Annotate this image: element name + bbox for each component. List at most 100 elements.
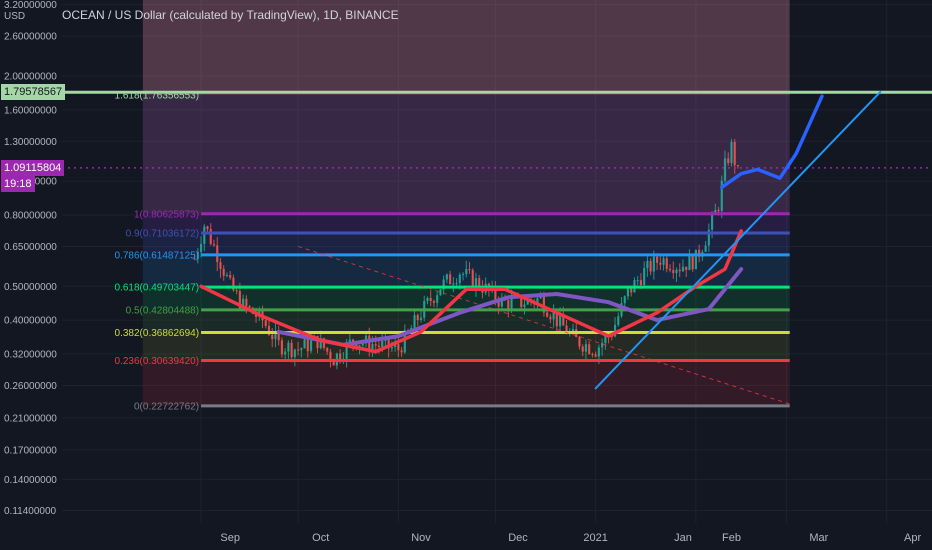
candle-body: [368, 335, 371, 351]
candle-body: [510, 297, 513, 309]
candle-body: [694, 249, 698, 270]
price-tick-label: 2.60000000: [4, 32, 57, 43]
candle-body: [649, 260, 652, 272]
price-tick-label: 1.60000000: [4, 105, 57, 116]
candle-body: [465, 269, 468, 275]
candle-body: [704, 245, 707, 252]
candle-body: [646, 260, 649, 269]
exchange-label: BINANCE: [345, 8, 399, 22]
candle-body: [523, 304, 526, 307]
candle-body: [449, 274, 452, 285]
candle-body: [245, 298, 248, 307]
candle-body: [597, 347, 600, 357]
candle-body: [643, 268, 646, 285]
candle-body: [546, 312, 549, 317]
candle-body: [206, 226, 209, 230]
candle-body: [558, 314, 562, 327]
fib-level-label: 1(0.80625873): [134, 209, 199, 220]
time-tick-label: Sep: [220, 532, 240, 544]
time-tick-label: Nov: [411, 532, 431, 544]
candle-body: [306, 339, 309, 352]
candle-body: [662, 258, 665, 265]
candle-body: [468, 269, 471, 271]
candle-body: [623, 296, 626, 304]
candle: [730, 138, 733, 167]
candle-body: [416, 315, 419, 320]
candle-body: [309, 340, 313, 352]
candle-body: [339, 353, 342, 360]
time-tick-label: Oct: [312, 532, 329, 544]
time-tick-label: 2021: [583, 532, 607, 544]
candle-body: [571, 329, 575, 332]
candle-body: [426, 297, 429, 302]
candle-body: [296, 349, 300, 351]
candle-body: [212, 244, 216, 246]
fib-level-label: 0(0.22722762): [134, 401, 199, 412]
time-axis[interactable]: Sep Oct Nov Dec 2021 Jan Feb Mar Apr: [220, 532, 921, 544]
candle-body: [287, 342, 290, 352]
candle-body: [471, 270, 474, 288]
candle-body: [691, 255, 694, 270]
fib-zone: [142, 0, 790, 406]
price-tick-label: 0.14000000: [4, 475, 57, 486]
candle-body: [439, 289, 442, 296]
time-tick-label: Mar: [809, 532, 828, 544]
time-tick-label: Feb: [722, 532, 741, 544]
candle-body: [617, 316, 620, 325]
price-tick-label: 0.21000000: [4, 413, 57, 424]
candle-body: [203, 226, 206, 244]
time-tick-label: Dec: [508, 532, 528, 544]
candle-body: [552, 312, 555, 320]
price-axis[interactable]: 3.20000000 2.60000000 2.00000000 1.60000000…: [4, 0, 57, 517]
candle-body: [581, 346, 584, 352]
price-tick-label: 0.26000000: [4, 381, 57, 392]
fib-level-label: 0.5(0.42804488): [126, 305, 199, 316]
candle-body: [300, 348, 303, 351]
candle-body: [413, 315, 416, 328]
interval-label[interactable]: 1D: [323, 8, 338, 22]
candle-body: [235, 290, 238, 292]
resistance-price-tag: 1.79578567: [1, 84, 66, 101]
candle-body: [710, 213, 714, 230]
candle-body: [639, 280, 643, 285]
candle-body: [685, 266, 688, 271]
candle-body: [377, 345, 381, 347]
candle-body: [458, 274, 461, 284]
candle-body: [688, 255, 691, 271]
candle-body: [727, 158, 730, 163]
candle-body: [655, 256, 659, 263]
candle-body: [507, 300, 510, 309]
fib-band: [142, 232, 790, 255]
candle-body: [293, 349, 296, 358]
candle-body: [390, 346, 393, 349]
fib-band: [142, 95, 790, 214]
symbol-title[interactable]: OCEAN / US Dollar (calculated by Trading…: [62, 8, 317, 22]
candle-body: [280, 340, 284, 355]
candle-body: [209, 229, 212, 245]
candle: [694, 249, 698, 270]
candle-body: [429, 297, 432, 301]
candle-body: [723, 158, 727, 181]
fib-level-label: 0.618(0.49703447): [115, 283, 200, 294]
candle-body: [594, 354, 597, 357]
candle-body: [271, 334, 274, 340]
candle-body: [675, 269, 678, 274]
candle-body: [717, 209, 720, 211]
price-tick-label: 0.32000000: [4, 349, 57, 360]
chart-canvas[interactable]: 1.618(1.76356553)1(0.80625873)0.9(0.7103…: [0, 0, 932, 550]
candle-body: [549, 316, 552, 320]
candle-body: [397, 344, 400, 351]
candle-body: [659, 262, 662, 265]
candle-body: [436, 295, 439, 303]
countdown-tag: 19:18: [1, 175, 35, 192]
fib-level-label: 0.236(0.30639420): [115, 356, 200, 367]
candle-body: [733, 141, 736, 166]
candle-body: [284, 351, 287, 355]
candle-body: [400, 350, 403, 353]
candle-body: [678, 269, 681, 272]
candle-body: [665, 258, 668, 269]
candle-body: [222, 268, 225, 276]
candle-body: [374, 344, 377, 346]
candle-body: [432, 300, 436, 303]
last-price-tag: 1.09115804: [1, 159, 65, 176]
